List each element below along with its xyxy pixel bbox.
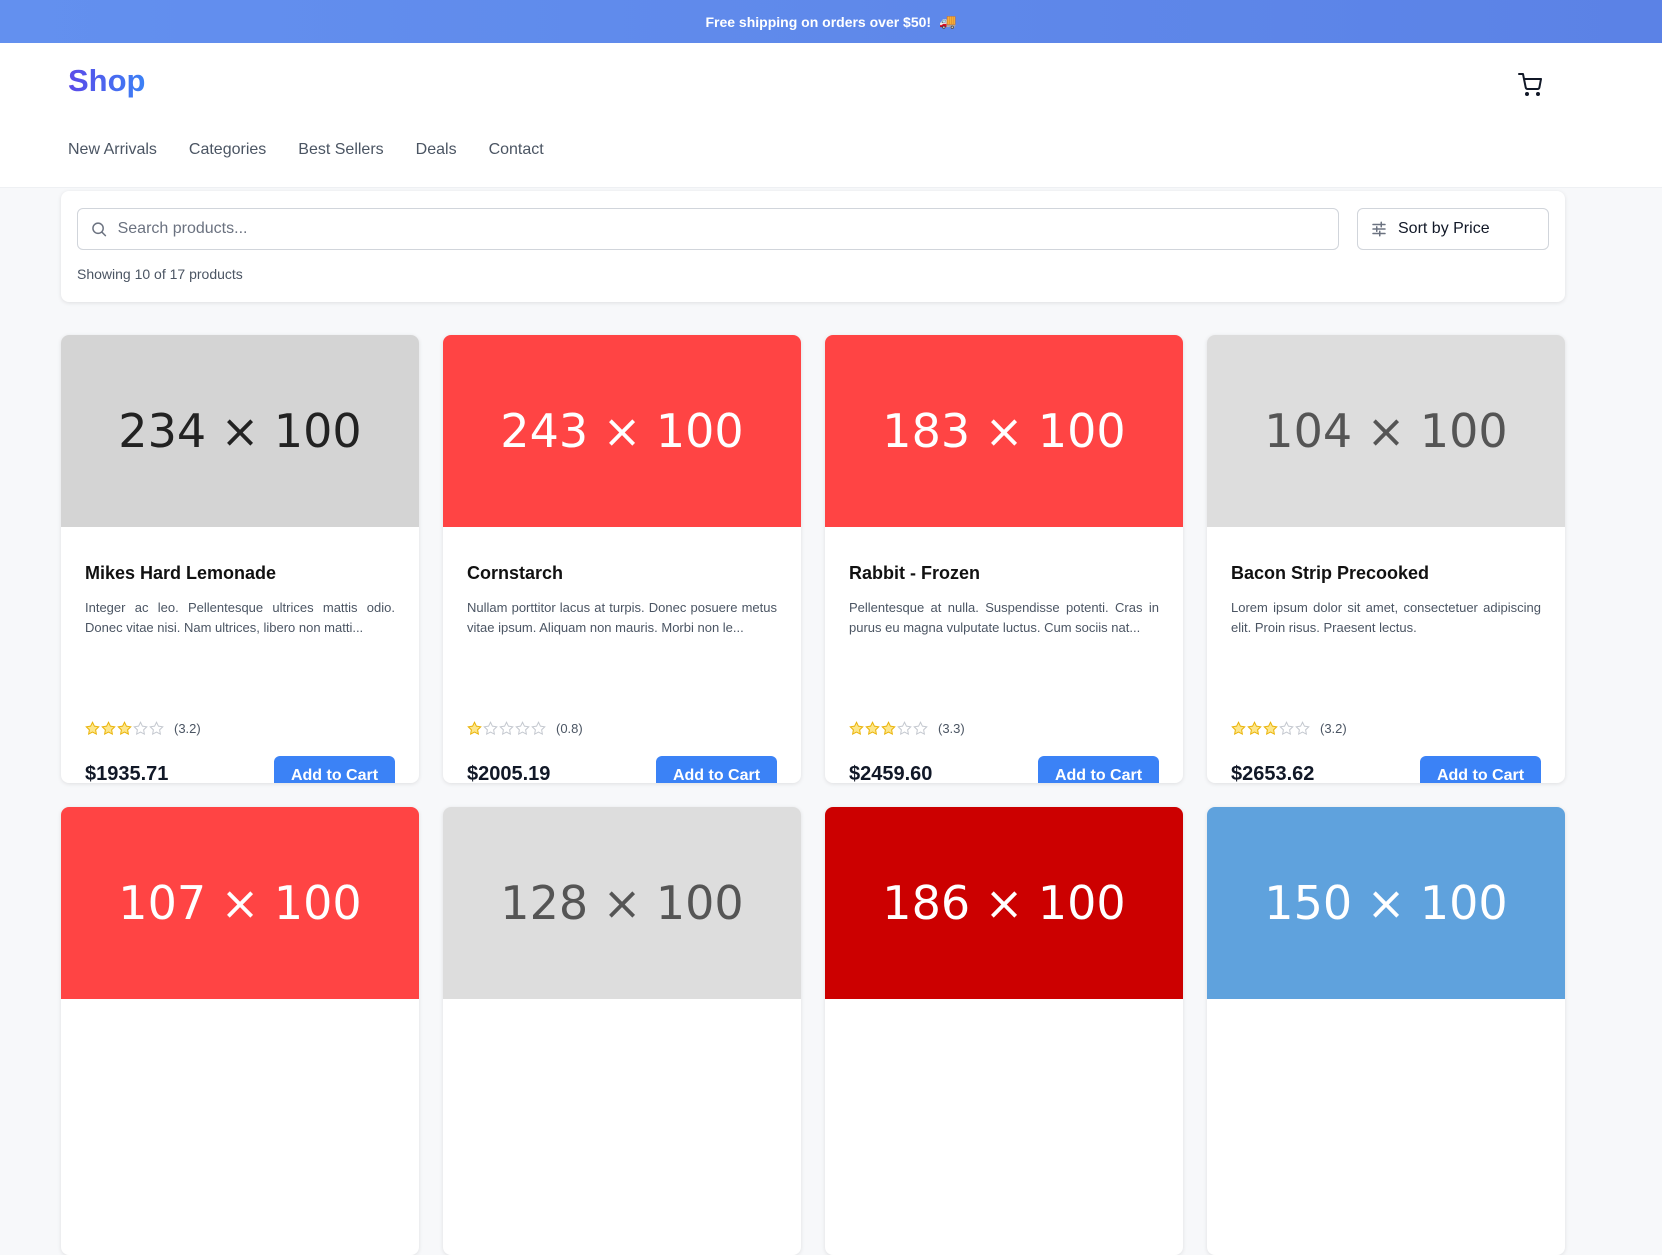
product-name[interactable]: Mikes Hard Lemonade	[85, 563, 395, 584]
star-empty-icon	[531, 721, 546, 736]
product-rating: (3.2)	[85, 721, 201, 736]
rating-value: (3.2)	[1320, 721, 1347, 736]
search-icon	[92, 222, 107, 237]
star-empty-icon	[897, 721, 912, 736]
nav-contact[interactable]: Contact	[489, 141, 544, 159]
product-image[interactable]: 128 × 100	[443, 807, 801, 999]
image-placeholder-label: 107 × 100	[118, 876, 362, 930]
star-filled-icon	[1231, 721, 1246, 736]
product-grid: 234 × 100 Mikes Hard Lemonade Integer ac l…	[61, 335, 1565, 1255]
star-filled-icon	[865, 721, 880, 736]
product-count: Showing 10 of 17 products	[77, 266, 243, 282]
product-name[interactable]: Bacon Strip Precooked	[1231, 563, 1541, 584]
product-card[interactable]: 234 × 100 Mikes Hard Lemonade Integer ac l…	[61, 335, 419, 783]
product-body: Bacon Strip Precooked Lorem ipsum dolor s…	[1207, 563, 1565, 783]
sort-button[interactable]: Sort by Price	[1357, 208, 1549, 250]
add-to-cart-button[interactable]: Add to Cart	[274, 756, 395, 783]
product-body: Rabbit - Frozen Pellentesque at nulla. Su…	[825, 563, 1183, 783]
logo[interactable]: Shop	[68, 63, 146, 99]
product-card[interactable]: 104 × 100 Bacon Strip Precooked Lorem ipsu…	[1207, 335, 1565, 783]
site-header: Shop New Arrivals Categories Best Seller…	[0, 43, 1662, 188]
product-price: $1935.71	[85, 763, 169, 783]
search-input[interactable]	[117, 220, 1338, 238]
image-placeholder-label: 104 × 100	[1264, 404, 1508, 458]
product-rating: (3.3)	[849, 721, 965, 736]
product-image[interactable]: 104 × 100	[1207, 335, 1565, 527]
image-placeholder-label: 128 × 100	[500, 876, 744, 930]
image-placeholder-label: 234 × 100	[118, 404, 362, 458]
product-price: $2653.62	[1231, 763, 1315, 783]
nav-new-arrivals[interactable]: New Arrivals	[68, 141, 157, 159]
rating-stars	[849, 721, 928, 736]
image-placeholder-label: 150 × 100	[1264, 876, 1508, 930]
product-name[interactable]: Cornstarch	[467, 563, 777, 584]
nav-deals[interactable]: Deals	[416, 141, 457, 159]
rating-value: (0.8)	[556, 721, 583, 736]
image-placeholder-label: 183 × 100	[882, 404, 1126, 458]
product-image[interactable]: 107 × 100	[61, 807, 419, 999]
product-body: Cornstarch Nullam porttitor lacus at turp…	[443, 563, 801, 783]
product-card[interactable]: 186 × 100	[825, 807, 1183, 1255]
product-rating: (3.2)	[1231, 721, 1347, 736]
product-description: Integer ac leo. Pellentesque ultrices ma…	[85, 600, 395, 635]
product-card[interactable]: 150 × 100	[1207, 807, 1565, 1255]
product-image[interactable]: 150 × 100	[1207, 807, 1565, 999]
star-empty-icon	[913, 721, 928, 736]
search-box[interactable]	[77, 208, 1339, 250]
cart-icon	[1518, 73, 1542, 96]
nav-best-sellers[interactable]: Best Sellers	[298, 141, 383, 159]
product-card[interactable]: 183 × 100 Rabbit - Frozen Pellentesque at …	[825, 335, 1183, 783]
star-filled-icon	[101, 721, 116, 736]
add-to-cart-button[interactable]: Add to Cart	[1420, 756, 1541, 783]
star-filled-icon	[467, 721, 482, 736]
rating-value: (3.2)	[174, 721, 201, 736]
promo-text: Free shipping on orders over $50!	[705, 13, 932, 30]
product-description: Pellentesque at nulla. Suspendisse poten…	[849, 600, 1159, 635]
star-empty-icon	[149, 721, 164, 736]
nav-categories[interactable]: Categories	[189, 141, 266, 159]
star-filled-icon	[1247, 721, 1262, 736]
star-filled-icon	[1263, 721, 1278, 736]
product-image[interactable]: 234 × 100	[61, 335, 419, 527]
product-image[interactable]: 183 × 100	[825, 335, 1183, 527]
star-filled-icon	[85, 721, 100, 736]
product-name[interactable]: Rabbit - Frozen	[849, 563, 1159, 584]
cart-button[interactable]	[1516, 71, 1544, 99]
product-rating: (0.8)	[467, 721, 583, 736]
sort-label: Sort by Price	[1398, 220, 1490, 237]
product-description: Lorem ipsum dolor sit amet, consectetuer…	[1231, 600, 1541, 635]
product-image[interactable]: 186 × 100	[825, 807, 1183, 999]
product-card[interactable]: 107 × 100	[61, 807, 419, 1255]
image-placeholder-label: 186 × 100	[882, 876, 1126, 930]
add-to-cart-button[interactable]: Add to Cart	[656, 756, 777, 783]
star-filled-icon	[881, 721, 896, 736]
star-empty-icon	[133, 721, 148, 736]
product-price: $2459.60	[849, 763, 933, 783]
sliders-icon	[1372, 221, 1386, 237]
truck-icon: 🚚	[939, 13, 957, 29]
promo-banner: Free shipping on orders over $50! 🚚	[0, 0, 1662, 43]
star-empty-icon	[499, 721, 514, 736]
add-to-cart-button[interactable]: Add to Cart	[1038, 756, 1159, 783]
rating-value: (3.3)	[938, 721, 965, 736]
star-empty-icon	[1279, 721, 1294, 736]
product-card[interactable]: 243 × 100 Cornstarch Nullam porttitor lacu…	[443, 335, 801, 783]
image-placeholder-label: 243 × 100	[500, 404, 744, 458]
star-empty-icon	[483, 721, 498, 736]
star-filled-icon	[849, 721, 864, 736]
rating-stars	[85, 721, 164, 736]
rating-stars	[1231, 721, 1310, 736]
product-toolbar: Sort by Price Showing 10 of 17 products	[61, 191, 1565, 302]
star-filled-icon	[117, 721, 132, 736]
product-description: Nullam porttitor lacus at turpis. Donec …	[467, 600, 777, 635]
main-nav: New Arrivals Categories Best Sellers Dea…	[68, 141, 544, 159]
product-image[interactable]: 243 × 100	[443, 335, 801, 527]
rating-stars	[467, 721, 546, 736]
star-empty-icon	[1295, 721, 1310, 736]
star-empty-icon	[515, 721, 530, 736]
product-card[interactable]: 128 × 100	[443, 807, 801, 1255]
product-price: $2005.19	[467, 763, 551, 783]
product-body: Mikes Hard Lemonade Integer ac leo. Pelle…	[61, 563, 419, 783]
